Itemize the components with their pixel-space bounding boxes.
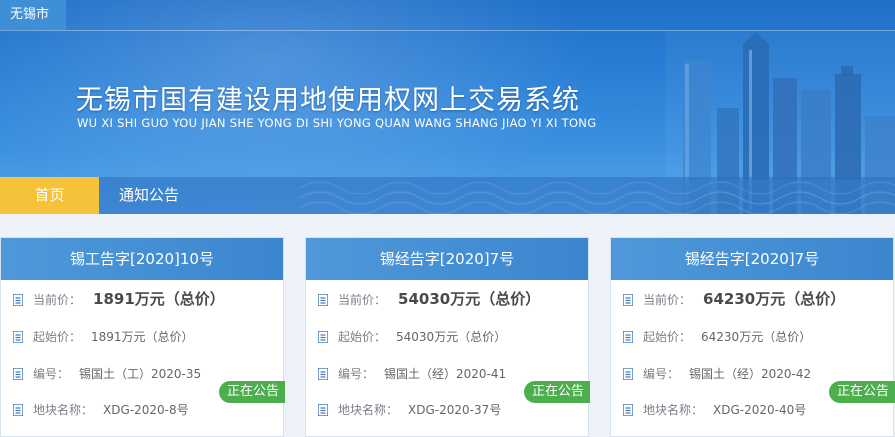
- current-price-label: 当前价：: [338, 293, 387, 307]
- status-badge: 正在公告: [523, 381, 590, 403]
- current-price-label: 当前价：: [33, 293, 82, 307]
- card-title[interactable]: 锡经告字[2020]7号: [611, 238, 893, 280]
- plot-name-row: 地块名称： XDG-2020-37号: [318, 400, 501, 420]
- nav-home[interactable]: 首页: [0, 177, 99, 214]
- current-price-label: 当前价：: [643, 293, 692, 307]
- status-badge: 正在公告: [828, 381, 895, 403]
- plot-name-value: XDG-2020-40号: [713, 403, 807, 417]
- list-icon: [318, 294, 328, 306]
- system-title: 无锡市国有建设用地使用权网上交易系统: [76, 85, 580, 116]
- number-row: 编号： 锡国土（工）2020-35: [13, 364, 201, 384]
- number-value: 锡国土（经）2020-42: [689, 367, 812, 381]
- list-icon: [623, 331, 633, 343]
- start-price-label: 起始价：: [643, 330, 692, 344]
- land-card[interactable]: 锡工告字[2020]10号 当前价： 1891万元（总价） 起始价： 1891万元（…: [0, 237, 285, 437]
- number-label: 编号：: [33, 367, 70, 381]
- list-icon: [318, 368, 328, 380]
- land-card[interactable]: 锡经告字[2020]7号 当前价： 64230万元（总价） 起始价： 64230万元…: [610, 237, 895, 437]
- current-price-row: 当前价： 1891万元（总价）: [13, 289, 225, 309]
- start-price-row: 起始价： 64230万元（总价）: [623, 327, 811, 347]
- start-price-value: 64230万元（总价）: [701, 330, 812, 344]
- list-icon: [623, 368, 633, 380]
- plot-name-label: 地块名称：: [643, 403, 704, 417]
- start-price-label: 起始价：: [33, 330, 82, 344]
- number-value: 锡国土（经）2020-41: [384, 367, 507, 381]
- number-row: 编号： 锡国土（经）2020-41: [318, 364, 506, 384]
- plot-name-label: 地块名称：: [338, 403, 399, 417]
- plot-name-row: 地块名称： XDG-2020-40号: [623, 400, 806, 420]
- current-price-row: 当前价： 64230万元（总价）: [623, 289, 845, 309]
- list-icon: [13, 404, 23, 416]
- land-card[interactable]: 锡经告字[2020]7号 当前价： 54030万元（总价） 起始价： 54030万元…: [305, 237, 590, 437]
- current-price-value: 64230万元（总价）: [703, 290, 846, 308]
- nav-notice[interactable]: 通知公告: [99, 177, 199, 214]
- city-selector[interactable]: 无锡市: [0, 0, 66, 30]
- plot-name-label: 地块名称：: [33, 403, 94, 417]
- start-price-row: 起始价： 1891万元（总价）: [13, 327, 194, 347]
- list-icon: [13, 294, 23, 306]
- plot-name-value: XDG-2020-37号: [408, 403, 502, 417]
- list-icon: [623, 404, 633, 416]
- start-price-row: 起始价： 54030万元（总价）: [318, 327, 506, 347]
- card-title[interactable]: 锡经告字[2020]7号: [306, 238, 588, 280]
- card-title[interactable]: 锡工告字[2020]10号: [1, 238, 283, 280]
- number-value: 锡国土（工）2020-35: [79, 367, 202, 381]
- current-price-value: 1891万元（总价）: [93, 290, 225, 308]
- main-nav: 首页 通知公告: [0, 177, 895, 214]
- start-price-label: 起始价：: [338, 330, 387, 344]
- current-price-row: 当前价： 54030万元（总价）: [318, 289, 540, 309]
- list-icon: [13, 368, 23, 380]
- list-icon: [318, 331, 328, 343]
- plot-name-value: XDG-2020-8号: [103, 403, 189, 417]
- number-row: 编号： 锡国土（经）2020-42: [623, 364, 811, 384]
- list-icon: [13, 331, 23, 343]
- start-price-value: 1891万元（总价）: [91, 330, 194, 344]
- status-badge: 正在公告: [218, 381, 285, 403]
- system-title-pinyin: WU XI SHI GUO YOU JIAN SHE YONG DI SHI Y…: [77, 116, 597, 130]
- plot-name-row: 地块名称： XDG-2020-8号: [13, 400, 189, 420]
- current-price-value: 54030万元（总价）: [398, 290, 541, 308]
- header-banner: 无锡市 无锡市国有建设用地使用权网上交易系统 WU XI SHI GUO YOU…: [0, 0, 895, 214]
- list-icon: [318, 404, 328, 416]
- list-icon: [623, 294, 633, 306]
- start-price-value: 54030万元（总价）: [396, 330, 507, 344]
- number-label: 编号：: [338, 367, 375, 381]
- number-label: 编号：: [643, 367, 680, 381]
